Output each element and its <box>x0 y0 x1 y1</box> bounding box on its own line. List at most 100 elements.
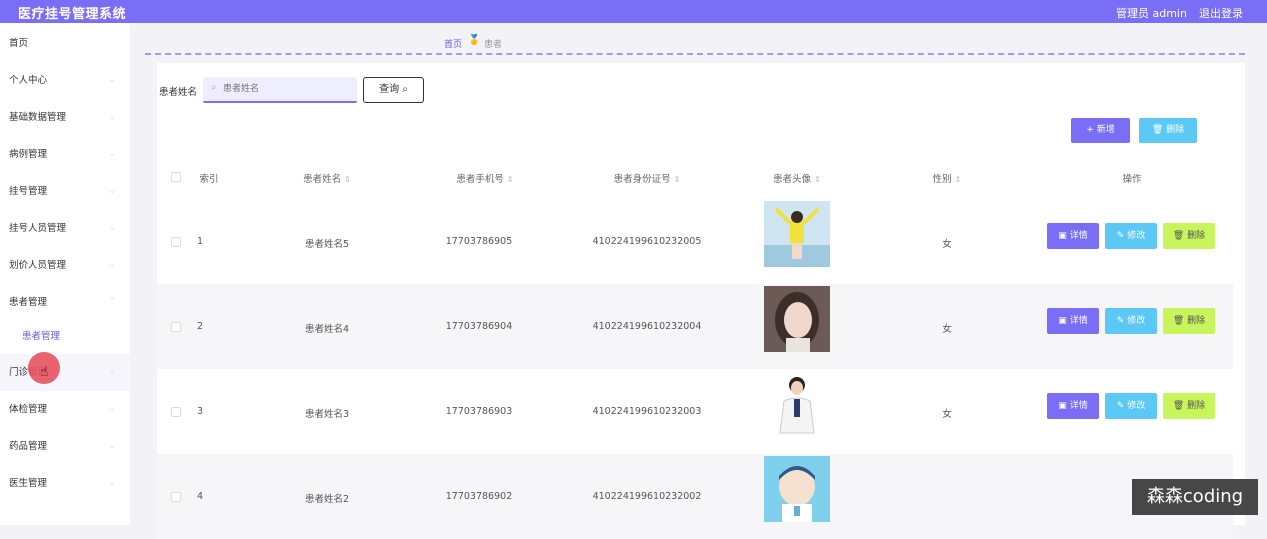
edit-button[interactable]: ✎ 修改 <box>1105 393 1157 419</box>
sort-icon: ⇕ <box>814 175 821 184</box>
sidebar-item-label: 病例管理 <box>9 149 48 160</box>
logout-link[interactable]: 退出登录 <box>1199 5 1243 21</box>
search-icon: ⌕ <box>211 82 217 93</box>
cell-phone: 17703786902 <box>445 491 513 502</box>
header-phone[interactable]: 患者手机号 ⇕ <box>425 171 545 185</box>
sidebar-item-patients[interactable]: 患者管理 ⌃ <box>0 284 130 321</box>
cell-name: 患者姓名2 <box>304 494 350 505</box>
header-id-card[interactable]: 患者身份证号 ⇕ <box>577 171 717 185</box>
detail-button[interactable]: ▣ 详情 <box>1047 308 1099 334</box>
edit-button[interactable]: ✎ 修改 <box>1105 223 1157 249</box>
detail-button[interactable]: ▣ 详情 <box>1047 393 1099 419</box>
chevron-up-icon: ⌃ <box>108 297 116 307</box>
chevron-down-icon: ⌄ <box>108 404 116 414</box>
cell-id-card: 410224199610232004 <box>592 321 702 332</box>
sidebar-item-label: 药品管理 <box>9 441 48 452</box>
cell-phone: 17703786903 <box>445 406 513 417</box>
add-button[interactable]: + 新增 <box>1071 118 1130 143</box>
patient-avatar <box>764 201 830 267</box>
sidebar-item-label: 医生管理 <box>9 478 48 489</box>
search-field[interactable]: ⌕ <box>203 77 357 103</box>
trash-icon: 🗑 <box>1172 401 1185 411</box>
chevron-down-icon: ⌄ <box>108 260 116 270</box>
batch-delete-label: 删除 <box>1166 125 1185 135</box>
sidebar-item-basic-data[interactable]: 基础数据管理 ⌄ <box>0 99 130 136</box>
row-checkbox[interactable] <box>171 322 181 332</box>
sidebar: 首页 个人中心 ⌄ 基础数据管理 ⌄ 病例管理 ⌄ 挂号管理 ⌄ 挂号人员管理 ⌄ 划价人… <box>0 23 130 525</box>
search-icon: ⌕ <box>402 84 408 95</box>
search-input[interactable] <box>223 81 353 97</box>
delete-button[interactable]: 🗑 删除 <box>1163 308 1215 334</box>
sidebar-item-registration[interactable]: 挂号管理 ⌄ <box>0 173 130 210</box>
cell-id-card: 410224199610232003 <box>592 406 702 417</box>
sidebar-item-label: 挂号管理 <box>9 186 48 197</box>
content-panel: 患者姓名 ⌕ 查询 ⌕ + 新增 🗑 删除 索引 患者姓名 ⇕ 患者手机号 ⇕ … <box>157 63 1245 539</box>
sort-icon: ⇕ <box>954 175 962 184</box>
sidebar-item-pricing-staff[interactable]: 划价人员管理 ⌄ <box>0 247 130 284</box>
chevron-down-icon: ⌄ <box>108 186 116 196</box>
row-checkbox[interactable] <box>171 237 181 247</box>
breadcrumb-home[interactable]: 首页 <box>444 37 462 50</box>
chevron-down-icon: ⌄ <box>108 149 116 159</box>
current-user: 管理员 admin <box>1116 7 1187 20</box>
sidebar-item-physical-exam[interactable]: 体检管理 ⌄ <box>0 391 130 428</box>
cell-index: 3 <box>197 406 204 417</box>
cell-index: 1 <box>197 236 204 247</box>
delete-button[interactable]: 🗑 删除 <box>1163 223 1215 249</box>
sidebar-item-registration-staff[interactable]: 挂号人员管理 ⌄ <box>0 210 130 247</box>
breadcrumb-current: 患者 <box>484 40 503 50</box>
cell-phone: 17703786905 <box>445 236 513 247</box>
sidebar-item-doctors[interactable]: 医生管理 ⌄ <box>0 465 130 502</box>
cell-gender: 女 <box>942 409 952 420</box>
cell-name: 患者姓名4 <box>304 324 350 335</box>
cell-id-card: 410224199610232002 <box>592 491 702 502</box>
chevron-down-icon: ⌄ <box>108 223 116 233</box>
query-button-label: 查询 <box>379 84 400 95</box>
cell-phone: 17703786904 <box>445 321 513 332</box>
cell-gender: 女 <box>942 239 952 250</box>
table-row: 2 患者姓名4 17703786904 410224199610232004 女… <box>157 284 1233 369</box>
cell-index: 4 <box>197 491 204 502</box>
sidebar-item-cases[interactable]: 病例管理 ⌄ <box>0 136 130 173</box>
breadcrumb: 首页 🥇 患者 <box>145 23 1245 55</box>
table-row: 1 患者姓名5 17703786905 410224199610232005 女… <box>157 199 1233 284</box>
cell-index: 2 <box>197 321 204 332</box>
delete-button[interactable]: 🗑 删除 <box>1163 393 1215 419</box>
header-ops: 操作 <box>1122 174 1142 185</box>
chevron-down-icon: ⌄ <box>108 75 116 85</box>
sidebar-item-home[interactable]: 首页 <box>0 25 130 62</box>
row-checkbox[interactable] <box>171 407 181 417</box>
chevron-down-icon: ⌄ <box>108 478 116 488</box>
edit-icon: ✎ <box>1116 401 1125 411</box>
sidebar-item-profile[interactable]: 个人中心 ⌄ <box>0 62 130 99</box>
row-checkbox[interactable] <box>171 492 181 502</box>
sidebar-item-label: 个人中心 <box>9 75 48 86</box>
sidebar-item-drugs[interactable]: 药品管理 ⌄ <box>0 428 130 465</box>
edit-icon: ✎ <box>1116 231 1125 241</box>
trash-icon: 🗑 <box>1172 231 1185 241</box>
header-name[interactable]: 患者姓名 ⇕ <box>267 171 387 185</box>
sidebar-item-outpatient[interactable]: 门诊管理⌄ <box>0 354 130 391</box>
sidebar-subitem-patients[interactable]: 患者管理 <box>0 321 130 353</box>
select-all-checkbox[interactable] <box>171 172 181 182</box>
cell-name: 患者姓名3 <box>304 409 350 420</box>
medal-icon: 🥇 <box>468 35 481 46</box>
top-bar: 医疗挂号管理系统 管理员 admin 退出登录 <box>0 0 1267 23</box>
chevron-down-icon: ⌄ <box>108 441 116 451</box>
sidebar-item-label: 体检管理 <box>9 404 48 415</box>
watermark: 森森coding <box>1132 479 1258 515</box>
chevron-down-icon: ⌄ <box>108 112 116 122</box>
cell-name: 患者姓名5 <box>304 239 350 250</box>
trash-icon: 🗑 <box>1172 316 1185 326</box>
batch-delete-button[interactable]: 🗑 删除 <box>1139 118 1197 143</box>
detail-button[interactable]: ▣ 详情 <box>1047 223 1099 249</box>
patient-avatar <box>764 371 830 437</box>
header-avatar[interactable]: 患者头像 ⇕ <box>747 171 847 185</box>
detail-icon: ▣ <box>1058 231 1067 241</box>
header-gender[interactable]: 性别 ⇕ <box>897 171 997 185</box>
edit-button[interactable]: ✎ 修改 <box>1105 308 1157 334</box>
detail-icon: ▣ <box>1058 401 1067 411</box>
sort-icon: ⇕ <box>506 175 514 184</box>
query-button[interactable]: 查询 ⌕ <box>363 77 424 103</box>
hand-cursor-icon: ☝ <box>40 364 49 380</box>
